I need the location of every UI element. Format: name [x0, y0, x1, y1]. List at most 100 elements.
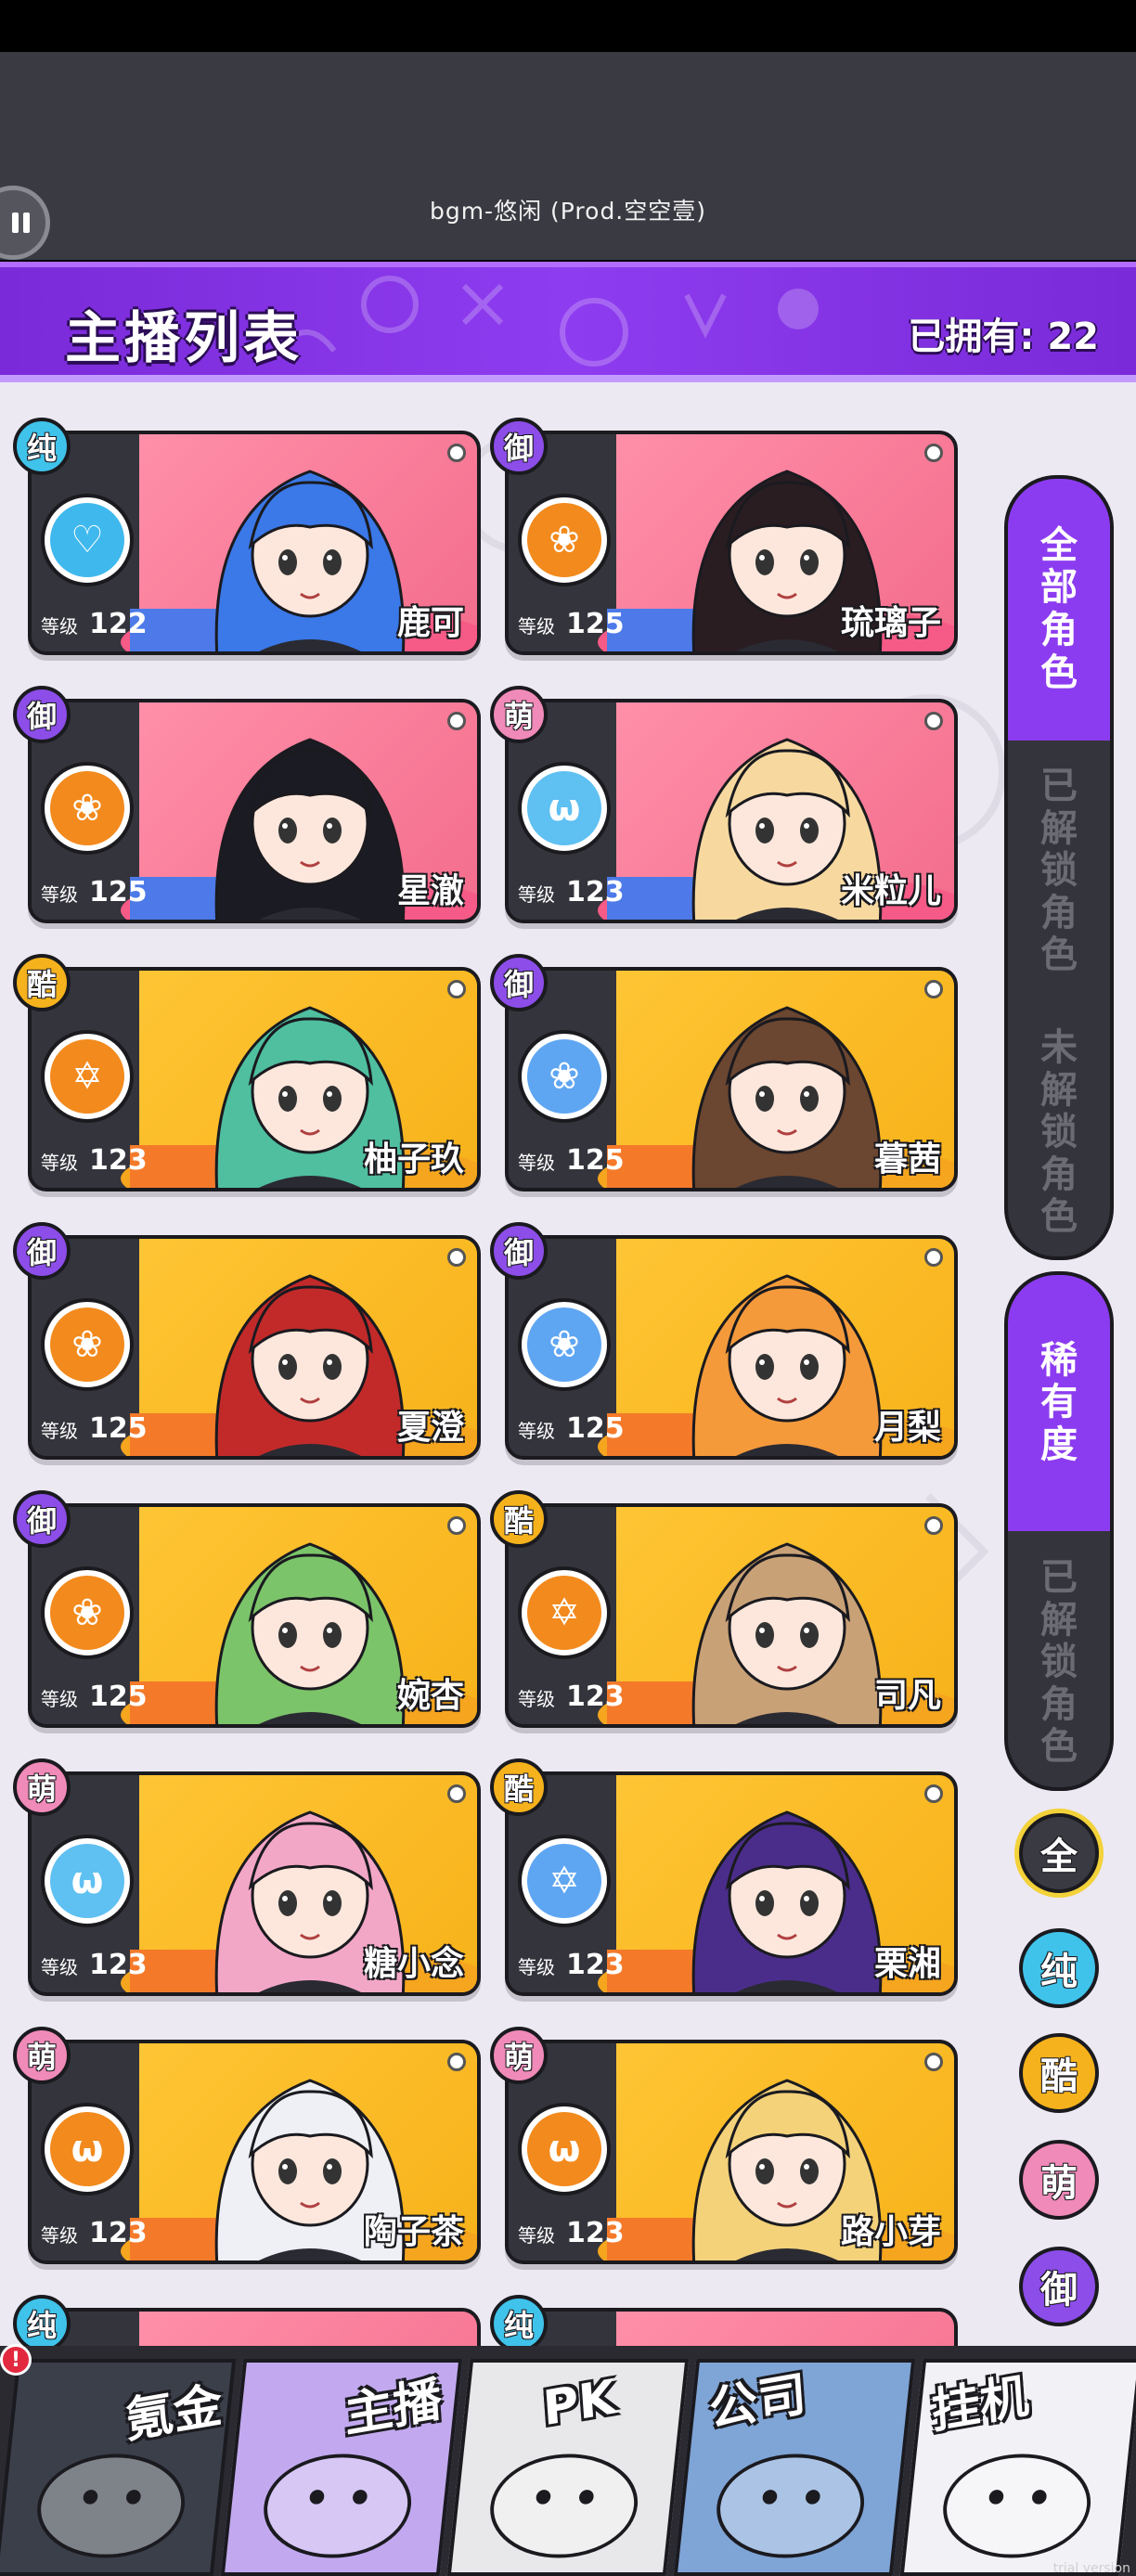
- card-hole: [447, 980, 466, 998]
- filter-locked-characters[interactable]: 未解锁角色: [1008, 1002, 1110, 1256]
- card-hole: [447, 1784, 466, 1803]
- type-badge: 萌: [490, 686, 548, 743]
- star-icon: ✡: [50, 1039, 124, 1114]
- attribute-emblem: ✡: [518, 1835, 611, 1927]
- level-value: 123: [89, 2217, 148, 2249]
- character-card[interactable]: ❀ 等级 125 星澈: [28, 699, 481, 923]
- character-card[interactable]: ✡ 等级 123 栗湘: [505, 1771, 958, 1996]
- character-portrait: [691, 1810, 883, 1992]
- character-portrait: [214, 738, 406, 920]
- type-badge: 萌: [13, 1758, 71, 1816]
- nav-button-5[interactable]: 挂机: [899, 2359, 1136, 2576]
- cat-icon: ω: [50, 1844, 124, 1918]
- filter-unlocked-characters-2[interactable]: 已解锁角色: [1008, 1531, 1110, 1787]
- type-filter-3[interactable]: 酷: [1019, 2033, 1099, 2113]
- star-icon: ✡: [527, 1844, 601, 1918]
- type-badge: 御: [490, 1222, 548, 1280]
- rose-icon: ❀: [50, 771, 124, 845]
- type-badge: 纯: [13, 418, 71, 475]
- card-hole: [924, 980, 943, 998]
- filter-char: 解: [1040, 1068, 1078, 1112]
- nav-button-1[interactable]: 氪金: [0, 2359, 237, 2576]
- level-label: 等级: [518, 1688, 555, 1710]
- attribute-emblem: ω: [41, 1835, 134, 1927]
- now-playing-text: bgm-悠闲 (Prod.空空壹): [429, 198, 707, 225]
- type-badge: 酷: [490, 1758, 548, 1816]
- nav-button-4[interactable]: 公司: [673, 2359, 916, 2576]
- level-value: 125: [566, 1412, 625, 1445]
- character-card[interactable]: ✡ 等级 123 司凡: [505, 1503, 958, 1728]
- character-card[interactable]: ✡ 等级 123 柚子玖: [28, 967, 481, 1191]
- filter-char: 色: [1040, 1195, 1078, 1239]
- level-value: 125: [566, 1144, 625, 1177]
- rose-icon: ❀: [50, 1576, 124, 1650]
- character-card[interactable]: ω 等级 123 米粒儿: [505, 699, 958, 923]
- character-card[interactable]: ❀ 等级 125 夏澄: [28, 1235, 481, 1460]
- character-card[interactable]: ❀ 等级 125 婉杏: [28, 1503, 481, 1728]
- character-card[interactable]: ♡ 等级 122 鹿可: [28, 431, 481, 655]
- filter-panel-rarity: 稀有度 已解锁角色: [1004, 1271, 1114, 1791]
- filter-char: 已: [1040, 765, 1078, 808]
- card-hole: [447, 1516, 466, 1535]
- filter-char: 未: [1040, 1026, 1078, 1070]
- card-hole: [924, 2053, 943, 2071]
- type-filter-2[interactable]: 纯: [1019, 1928, 1099, 2008]
- character-name: 婉杏: [396, 1677, 464, 1715]
- filter-panel-category: 全部角色 已解锁角色 未解锁角色: [1004, 475, 1114, 1260]
- character-portrait: [214, 1274, 406, 1456]
- filter-unlocked-characters[interactable]: 已解锁角色: [1008, 741, 1110, 1002]
- card-hole: [447, 1248, 466, 1267]
- type-filter-5[interactable]: 御: [1019, 2247, 1099, 2326]
- type-badge: 御: [490, 954, 548, 1011]
- card-hole: [924, 712, 943, 730]
- filter-char: 色: [1040, 1725, 1078, 1769]
- level-value: 122: [89, 608, 148, 640]
- page-header: 主播列表 已拥有: 22: [0, 262, 1136, 382]
- filter-char: 锁: [1040, 1641, 1078, 1684]
- character-card[interactable]: ω 等级 123 陶子茶: [28, 2040, 481, 2264]
- character-name: 琉璃子: [840, 604, 941, 642]
- character-name: 陶子茶: [363, 2213, 464, 2251]
- filter-rarity[interactable]: 稀有度: [1008, 1275, 1110, 1531]
- attribute-emblem: ♡: [41, 494, 134, 586]
- card-hole: [924, 1784, 943, 1803]
- filter-char: 稀: [1040, 1338, 1078, 1382]
- character-card[interactable]: ❀ 等级 125 暮茜: [505, 967, 958, 1191]
- attribute-emblem: ω: [518, 2103, 611, 2196]
- rose-icon: ❀: [527, 503, 601, 577]
- filter-char: 色: [1040, 934, 1078, 977]
- type-badge: 御: [13, 686, 71, 743]
- level-value: 125: [566, 608, 625, 640]
- nav-button-2[interactable]: 主播: [220, 2359, 463, 2576]
- filter-char: 色: [1040, 650, 1078, 694]
- attribute-emblem: ❀: [518, 1298, 611, 1391]
- filter-char: 全: [1040, 523, 1078, 567]
- character-card[interactable]: ω 等级 123 糖小念: [28, 1771, 481, 1996]
- level-value: 125: [89, 1681, 148, 1713]
- character-card[interactable]: ❀ 等级 125 月梨: [505, 1235, 958, 1460]
- character-card[interactable]: ❀ 等级 125 琉璃子: [505, 431, 958, 655]
- character-name: 米粒儿: [840, 872, 941, 910]
- character-portrait: [214, 1542, 406, 1724]
- level-label: 等级: [41, 615, 78, 638]
- type-badge: 纯: [13, 2295, 71, 2352]
- filter-char: 锁: [1040, 1111, 1078, 1154]
- filter-char: 角: [1040, 609, 1078, 651]
- level-label: 等级: [518, 883, 555, 906]
- level-value: 125: [89, 876, 148, 908]
- card-hole: [924, 1516, 943, 1535]
- type-filter-4[interactable]: 萌: [1019, 2140, 1099, 2220]
- attribute-emblem: ❀: [518, 1030, 611, 1123]
- type-badge: 酷: [490, 1490, 548, 1548]
- card-hole: [447, 444, 466, 462]
- type-filter-1[interactable]: 全: [1019, 1813, 1099, 1893]
- rose-icon: ❀: [527, 1307, 601, 1382]
- character-card[interactable]: ω 等级 123 路小芽: [505, 2040, 958, 2264]
- level-value: 123: [566, 876, 625, 908]
- nav-button-3[interactable]: PK: [446, 2359, 690, 2576]
- rose-icon: ❀: [50, 1307, 124, 1382]
- level-label: 等级: [41, 1688, 78, 1710]
- filter-all-characters[interactable]: 全部角色: [1008, 479, 1110, 741]
- type-badge: 御: [490, 418, 548, 475]
- character-name: 星澈: [396, 872, 464, 910]
